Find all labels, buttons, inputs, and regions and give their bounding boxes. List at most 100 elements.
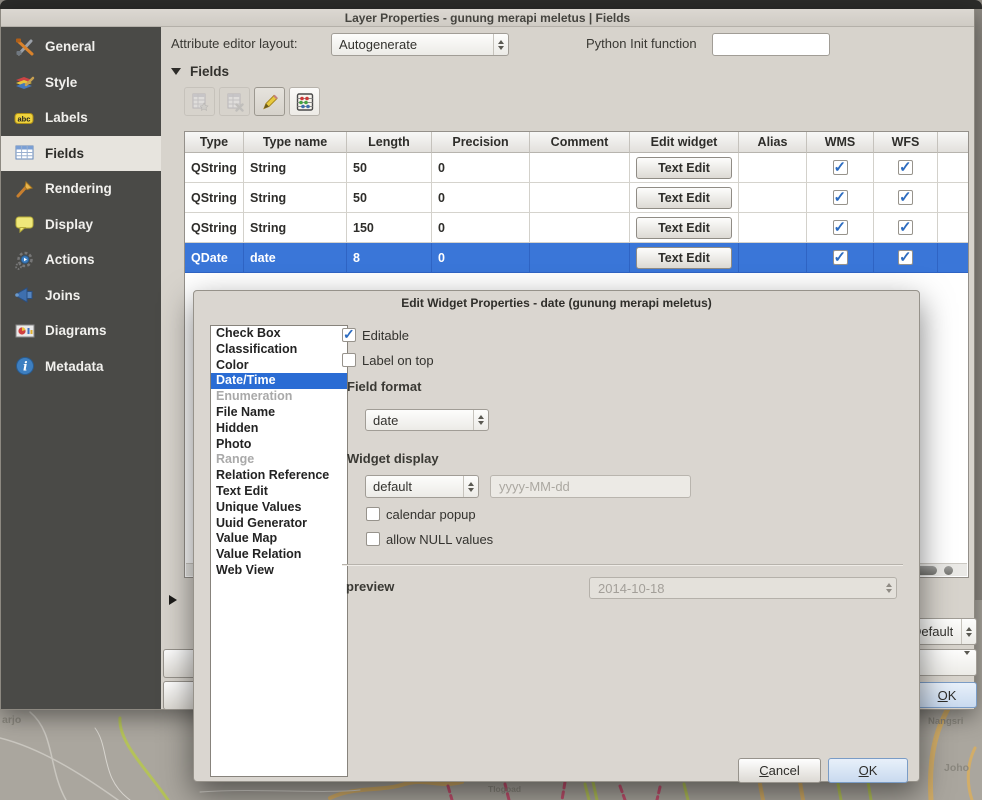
fields-table-icon	[13, 141, 37, 165]
widget-type-item[interactable]: Hidden	[211, 421, 347, 437]
column-header[interactable]: WFS	[874, 132, 938, 153]
python-init-function-input[interactable]	[712, 33, 830, 56]
column-header[interactable]: Type	[185, 132, 244, 153]
spinner-arrows-icon[interactable]	[961, 619, 976, 644]
widget-type-item-selected[interactable]: Date/Time	[211, 373, 347, 389]
column-header[interactable]: Edit widget	[630, 132, 739, 153]
column-header[interactable]: Comment	[530, 132, 630, 153]
new-column-icon	[190, 92, 210, 112]
map-place-label: Joho	[944, 762, 969, 774]
wfs-checkbox[interactable]	[898, 220, 913, 235]
table-row[interactable]: QString String 50 0 Text Edit	[185, 183, 968, 213]
widget-type-item[interactable]: Web View	[211, 563, 347, 579]
attribute-editor-layout-combo[interactable]: Autogenerate	[331, 33, 509, 56]
map-place-label: Nangsri	[928, 716, 963, 727]
widget-type-item[interactable]: Value Map	[211, 531, 347, 547]
table-row-selected[interactable]: QDate date 8 0 Text Edit	[185, 243, 968, 273]
cell-filler	[938, 213, 968, 243]
column-header[interactable]: Alias	[739, 132, 807, 153]
window-ok-button[interactable]: OK	[917, 682, 977, 708]
table-row[interactable]: QString String 50 0 Text Edit	[185, 153, 968, 183]
python-init-function-label: Python Init function	[586, 36, 697, 51]
wfs-checkbox[interactable]	[898, 160, 913, 175]
dialog-title: Edit Widget Properties - date (gunung me…	[194, 296, 919, 310]
allow-null-checkbox[interactable]	[366, 532, 380, 546]
widget-type-item[interactable]: File Name	[211, 405, 347, 421]
wms-checkbox[interactable]	[833, 220, 848, 235]
sidebar-item-general[interactable]: General	[1, 29, 161, 65]
spinner-arrows-icon[interactable]	[473, 410, 488, 430]
wms-checkbox[interactable]	[833, 250, 848, 265]
sidebar-item-diagrams[interactable]: Diagrams	[1, 313, 161, 349]
label-on-top-label: Label on top	[362, 353, 434, 368]
column-header[interactable]: WMS	[807, 132, 874, 153]
sidebar-item-fields[interactable]: Fields	[1, 136, 161, 172]
sidebar-item-metadata[interactable]: i Metadata	[1, 349, 161, 385]
spinner-arrows-icon[interactable]	[463, 476, 478, 497]
sidebar-item-labels[interactable]: abc Labels	[1, 100, 161, 136]
cell-comment	[530, 183, 630, 213]
widget-type-item[interactable]: Photo	[211, 437, 347, 453]
style-icon	[13, 70, 37, 94]
display-format-input-disabled: yyyy-MM-dd	[490, 475, 691, 498]
cell-precision: 0	[432, 153, 530, 183]
table-header-row: Type Type name Length Precision Comment …	[185, 132, 968, 153]
window-title: Layer Properties - gunung merapi meletus…	[345, 11, 630, 25]
widget-type-item[interactable]: Text Edit	[211, 484, 347, 500]
cell-type-name: String	[244, 153, 347, 183]
widget-type-item[interactable]: Uuid Generator	[211, 516, 347, 532]
field-calculator-button[interactable]	[289, 87, 320, 116]
wfs-checkbox[interactable]	[898, 190, 913, 205]
edit-widget-properties-dialog: Edit Widget Properties - date (gunung me…	[193, 290, 920, 782]
editable-checkbox[interactable]	[342, 328, 356, 342]
calendar-popup-checkbox[interactable]	[366, 507, 380, 521]
widget-type-item[interactable]: Check Box	[211, 326, 347, 342]
window-titlebar[interactable]: Layer Properties - gunung merapi meletus…	[1, 9, 974, 27]
fields-group-label: Fields	[190, 64, 229, 79]
widget-type-item[interactable]: Color	[211, 358, 347, 374]
column-header[interactable]: Precision	[432, 132, 530, 153]
cell-length: 150	[347, 213, 432, 243]
wms-checkbox[interactable]	[833, 160, 848, 175]
sidebar-item-display[interactable]: Display	[1, 207, 161, 243]
sidebar-item-style[interactable]: Style	[1, 65, 161, 101]
field-format-combo[interactable]: date	[365, 409, 489, 431]
cell-type-name: String	[244, 183, 347, 213]
cell-length: 50	[347, 153, 432, 183]
sidebar-item-actions[interactable]: Actions	[1, 242, 161, 278]
label-on-top-checkbox[interactable]	[342, 353, 356, 367]
widget-type-item[interactable]: Unique Values	[211, 500, 347, 516]
collapsed-group-arrow-icon[interactable]	[169, 595, 177, 605]
edit-widget-button[interactable]: Text Edit	[636, 187, 732, 209]
tools-icon	[13, 35, 37, 59]
sidebar-item-label: Style	[45, 75, 77, 90]
ok-button[interactable]: OK	[828, 758, 908, 783]
cell-length: 8	[347, 243, 432, 273]
fields-group-header[interactable]: Fields	[171, 64, 229, 79]
spinner-arrows-icon[interactable]	[493, 34, 508, 55]
widget-type-item[interactable]: Value Relation	[211, 547, 347, 563]
cell-filler	[938, 243, 968, 273]
edit-widget-button[interactable]: Text Edit	[636, 247, 732, 269]
cell-comment	[530, 213, 630, 243]
wfs-checkbox[interactable]	[898, 250, 913, 265]
widget-display-combo[interactable]: default	[365, 475, 479, 498]
column-header-filler	[938, 132, 968, 153]
sidebar-item-rendering[interactable]: Rendering	[1, 171, 161, 207]
edit-widget-button[interactable]: Text Edit	[636, 217, 732, 239]
table-row[interactable]: QString String 150 0 Text Edit	[185, 213, 968, 243]
column-header[interactable]: Length	[347, 132, 432, 153]
widget-type-item[interactable]: Classification	[211, 342, 347, 358]
ok-button-label: OK	[859, 763, 878, 778]
wms-checkbox[interactable]	[833, 190, 848, 205]
scrollbar-end-knob[interactable]	[944, 566, 953, 575]
edit-widget-button[interactable]: Text Edit	[636, 157, 732, 179]
toggle-editing-button[interactable]	[254, 87, 285, 116]
cancel-button[interactable]: Cancel	[738, 758, 821, 783]
widget-type-item[interactable]: Relation Reference	[211, 468, 347, 484]
sidebar-item-joins[interactable]: Joins	[1, 278, 161, 314]
sidebar-item-label: Joins	[45, 288, 80, 303]
cell-type: QString	[185, 213, 244, 243]
combo-value: default	[366, 479, 412, 494]
column-header[interactable]: Type name	[244, 132, 347, 153]
